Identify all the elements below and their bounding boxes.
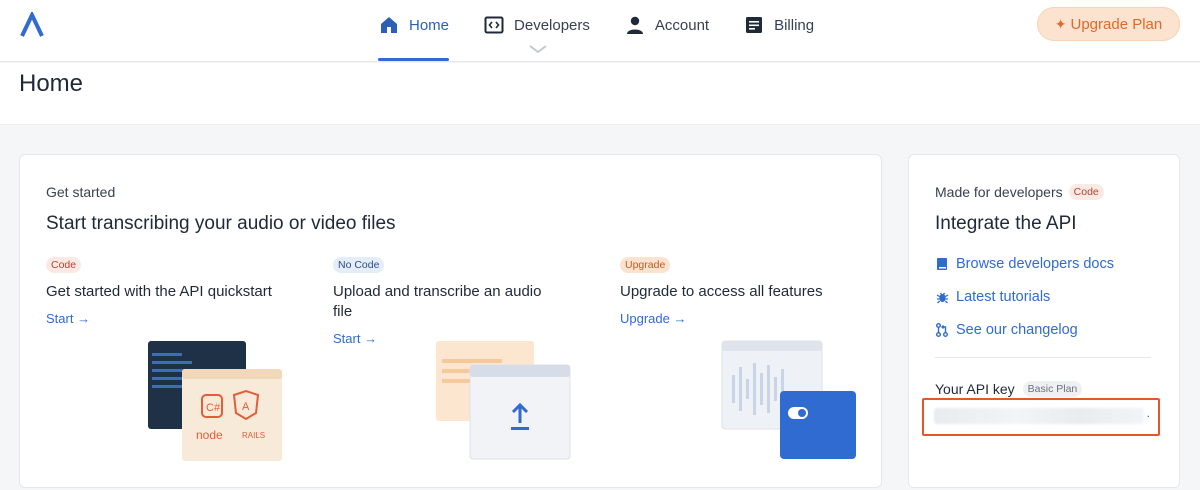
developers-title: Integrate the API [935,213,1077,234]
home-icon [378,14,400,36]
get-started-title: Start transcribing your audio or video f… [46,213,396,234]
book-icon [935,258,949,270]
top-nav-bar: Home Developers Account Billing ✦ Upgrad… [0,0,1200,62]
main-nav: Home Developers Account Billing [378,0,848,62]
developers-card: Made for developers Code Integrate the A… [908,154,1180,488]
upload-title: Upload and transcribe an audio file [333,283,542,320]
code-tag: Code [1068,184,1104,200]
get-started-eyebrow: Get started [46,184,116,200]
upgrade-link[interactable]: Upgrade → [620,311,686,326]
tutorials-label: Latest tutorials [956,289,1051,305]
upgrade-title: Upgrade to access all features [620,283,823,300]
nav-account-label: Account [654,16,710,34]
nav-home[interactable]: Home [378,0,450,61]
nav-billing-label: Billing [774,16,815,34]
divider [935,357,1151,358]
api-key-label-row: Your API key Basic Plan [935,381,1083,397]
code-tag: Code [46,257,82,273]
upgrade-column: Upgrade Upgrade to access all features U… [620,255,860,328]
sparkle-icon: ✦ [1054,15,1067,32]
chevron-down-icon[interactable] [528,44,548,54]
upload-illustration [436,341,571,460]
nav-billing[interactable]: Billing [743,0,814,50]
nav-developers-label: Developers [514,16,590,34]
code-languages-illustration: C# A node RAILS [148,341,282,461]
upgrade-tag: Upgrade [620,257,671,273]
nav-account[interactable]: Account [624,0,709,50]
upgrade-plan-label: Upgrade Plan [1070,15,1163,33]
no-code-tag: No Code [333,257,385,273]
svg-text:C#: C# [206,402,221,414]
developers-eyebrow-row: Made for developers Code [935,184,1104,200]
svg-text:RAILS: RAILS [242,431,265,440]
svg-text:node: node [196,428,223,442]
features-illustration [721,340,856,459]
changelog-label: See our changelog [956,322,1078,338]
browse-docs-label: Browse developers docs [956,256,1114,272]
plan-tag: Basic Plan [1022,381,1083,397]
nav-home-label: Home [409,16,450,34]
billing-icon [743,14,765,36]
get-started-card: Get started Start transcribing your audi… [19,154,882,488]
upload-start-link[interactable]: Start → [333,331,377,346]
user-icon [624,14,646,36]
quickstart-column: Code Get started with the API quickstart… [46,255,286,328]
api-key-redacted-value [934,408,1144,424]
bug-icon [935,291,949,304]
browse-docs-link[interactable]: Browse developers docs [935,256,1114,272]
upload-column: No Code Upload and transcribe an audio f… [333,255,558,348]
code-window-icon [483,14,505,36]
git-pull-request-icon [935,323,949,337]
nav-developers[interactable]: Developers [483,0,590,50]
api-key-label: Your API key [935,381,1015,397]
tutorials-link[interactable]: Latest tutorials [935,289,1050,305]
quickstart-title: Get started with the API quickstart [46,283,272,300]
changelog-link[interactable]: See our changelog [935,322,1078,338]
svg-text:A: A [242,401,250,413]
api-key-field[interactable]: . [922,398,1160,436]
quickstart-start-link[interactable]: Start → [46,311,90,326]
page-header: Home [0,63,1200,125]
api-key-end-mark: . [1146,406,1150,420]
upgrade-plan-button[interactable]: ✦ Upgrade Plan [1037,7,1180,41]
page-title: Home [19,70,84,97]
app-logo-icon[interactable] [18,12,46,38]
developers-eyebrow: Made for developers [935,184,1063,200]
